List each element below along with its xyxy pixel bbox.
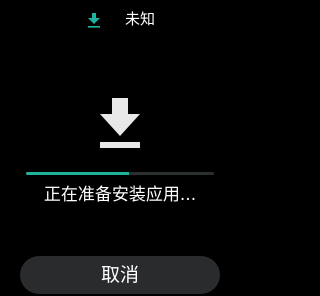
progress-bar xyxy=(26,172,214,175)
install-status-text: 正在准备安装应用... xyxy=(43,185,197,205)
download-icon xyxy=(86,12,102,28)
status-title: 未知 xyxy=(125,10,156,28)
status-bar: 未知 xyxy=(0,8,240,32)
cancel-button[interactable]: 取消 xyxy=(20,256,220,294)
download-icon xyxy=(98,98,142,150)
progress-fill xyxy=(26,172,130,175)
